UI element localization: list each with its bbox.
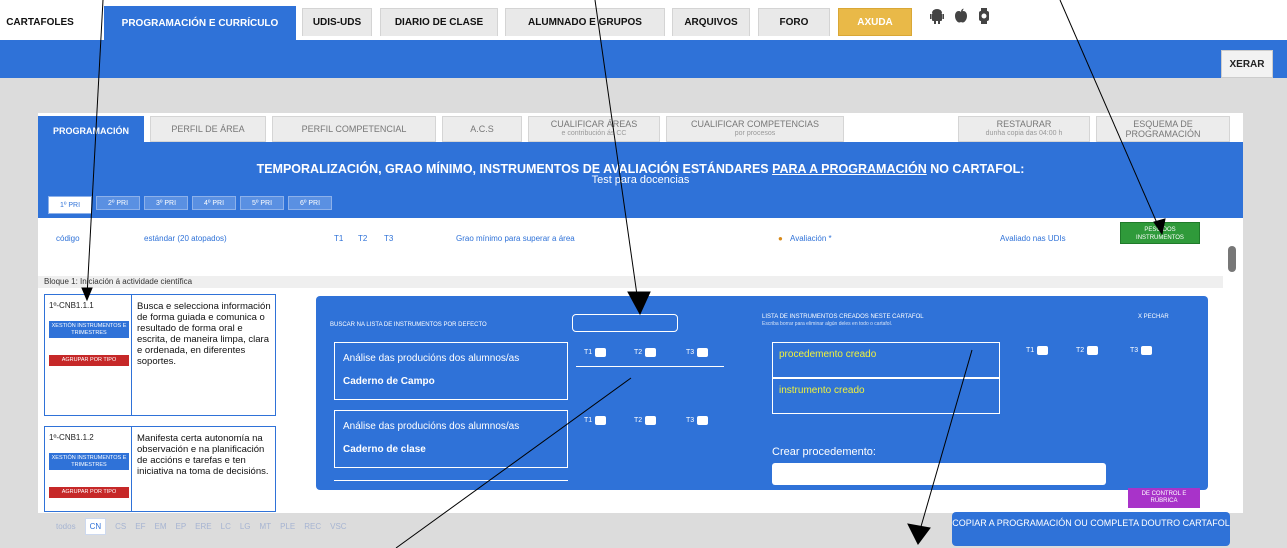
android-icon[interactable]: [930, 8, 944, 27]
standard-code: 1º-CNB1.1.1: [49, 301, 94, 310]
tab-programacion-curriculo[interactable]: PROGRAMACIÓN E CURRÍCULO: [104, 6, 296, 40]
row-divider: [131, 295, 132, 415]
grade-tabs: 1º PRI 2º PRI 3º PRI 4º PRI 5º PRI 6º PR…: [48, 196, 332, 214]
col-codigo[interactable]: código: [56, 234, 80, 243]
t2-checkbox[interactable]: T2: [1076, 346, 1099, 355]
created-list-title: LISTA DE INSTRUMENTOS CREADOS NESTE CART…: [762, 314, 924, 320]
col-t1[interactable]: T1: [334, 234, 343, 243]
divider: [576, 366, 724, 367]
subject-mt[interactable]: MT: [260, 522, 272, 531]
column-headers: código estándar (20 atopados) T1 T2 T3 G…: [38, 226, 1243, 248]
divider: [334, 480, 568, 481]
subject-ple[interactable]: PLE: [280, 522, 295, 531]
col-grao-minimo[interactable]: Grao mínimo para superar a área: [456, 234, 575, 243]
instrument-title: Análise das producións dos alumnos/as: [343, 353, 520, 364]
standard-description: Busca e selecciona información de forma …: [137, 301, 271, 367]
subtab-esquema[interactable]: ESQUEMA DE PROGRAMACIÓN: [1096, 116, 1230, 142]
col-t2[interactable]: T2: [358, 234, 367, 243]
subtab-cualificar-areas[interactable]: CUALIFICAR ÁREAS e contribución ás CC: [528, 116, 660, 142]
warning-icon: ●: [778, 234, 783, 243]
instrument-item[interactable]: Análise das producións dos alumnos/as Ca…: [334, 342, 568, 400]
agrupar-tipo-button[interactable]: AGRUPAR POR TIPO: [49, 487, 129, 498]
search-label: BUSCAR NA LISTA DE INSTRUMENTOS POR DEFE…: [330, 322, 487, 328]
tab-axuda[interactable]: AXUDA: [838, 8, 912, 36]
table-row: 1º-CNB1.1.2 XESTIÓN INSTRUMENTOS E TRIME…: [44, 426, 276, 512]
standard-code: 1º-CNB1.1.2: [49, 433, 94, 442]
instrument-type: Caderno de clase: [343, 444, 426, 455]
xerar-button[interactable]: XERAR: [1221, 50, 1273, 78]
created-list-hint: Escriba borrar para eliminar algún deles…: [762, 321, 893, 327]
col-avaliacion[interactable]: Avaliación *: [790, 234, 832, 243]
col-t3[interactable]: T3: [384, 234, 393, 243]
device-icon[interactable]: [978, 7, 990, 27]
subject-filter: todos CN CS EF EM EP ERE LC LG MT PLE RE…: [56, 518, 347, 535]
tab-diario-clase[interactable]: DIARIO DE CLASE: [380, 8, 498, 36]
rubrica-button[interactable]: DE CONTROL E RÚBRICA: [1128, 488, 1200, 508]
new-procedure-label: Crear procedemento:: [772, 446, 876, 458]
subtab-perfil-competencial[interactable]: PERFIL COMPETENCIAL: [272, 116, 436, 142]
agrupar-tipo-button[interactable]: AGRUPAR POR TIPO: [49, 355, 129, 366]
top-navigation: CARTAFOLES PROGRAMACIÓN E CURRÍCULO UDIS…: [0, 0, 1287, 40]
t3-checkbox[interactable]: T3: [686, 348, 709, 357]
subtab-perfil-area[interactable]: PERFIL DE ÁREA: [150, 116, 266, 142]
instruments-modal: BUSCAR NA LISTA DE INSTRUMENTOS POR DEFE…: [316, 296, 1208, 490]
t1-checkbox[interactable]: T1: [584, 416, 607, 425]
platform-icons: [930, 6, 990, 28]
subject-ep[interactable]: EP: [176, 522, 187, 531]
standard-description: Manifesta certa autonomía na observación…: [137, 433, 269, 477]
grade-tab-5[interactable]: 5º PRI: [240, 196, 284, 210]
tab-cartafoles[interactable]: CARTAFOLES: [4, 8, 76, 36]
subtab-restaurar[interactable]: RESTAURAR dunha copia das 04:00 h: [958, 116, 1090, 142]
tab-udis-uds[interactable]: UDIS-UDS: [302, 8, 372, 36]
subject-ere[interactable]: ERE: [195, 522, 211, 531]
instrument-item[interactable]: Análise das producións dos alumnos/as Ca…: [334, 410, 568, 468]
created-item[interactable]: procedemento creado: [772, 342, 1000, 378]
row-divider: [131, 427, 132, 511]
t2-checkbox[interactable]: T2: [634, 416, 657, 425]
instrument-search-input[interactable]: [572, 314, 678, 332]
tab-foro[interactable]: FORO: [758, 8, 830, 36]
col-estandar[interactable]: estándar (20 atopados): [144, 234, 227, 243]
subject-lc[interactable]: LC: [221, 522, 231, 531]
subject-vsc[interactable]: VSC: [330, 522, 346, 531]
subject-rec[interactable]: REC: [304, 522, 321, 531]
subject-cn[interactable]: CN: [84, 518, 107, 535]
header-bar: [0, 40, 1287, 78]
t1-checkbox[interactable]: T1: [584, 348, 607, 357]
grade-tab-6[interactable]: 6º PRI: [288, 196, 332, 210]
subject-cs[interactable]: CS: [115, 522, 126, 531]
peso-instrumentos-button[interactable]: PESO DOS INSTRUMENTOS: [1120, 222, 1200, 244]
table-row: 1º-CNB1.1.1 XESTIÓN INSTRUMENTOS E TRIME…: [44, 294, 276, 416]
xestion-instrumentos-button[interactable]: XESTIÓN INSTRUMENTOS E TRIMESTRES: [49, 453, 129, 470]
subject-lg[interactable]: LG: [240, 522, 251, 531]
t3-checkbox[interactable]: T3: [1130, 346, 1153, 355]
instrument-type: Caderno de Campo: [343, 376, 435, 387]
grade-tab-1[interactable]: 1º PRI: [48, 196, 92, 214]
scrollbar-thumb[interactable]: [1228, 246, 1236, 272]
subject-todos[interactable]: todos: [56, 522, 76, 531]
grade-tab-3[interactable]: 3º PRI: [144, 196, 188, 210]
apple-icon[interactable]: [954, 8, 968, 27]
subject-em[interactable]: EM: [155, 522, 167, 531]
xestion-instrumentos-button[interactable]: XESTIÓN INSTRUMENTOS E TRIMESTRES: [49, 321, 129, 338]
grade-tab-4[interactable]: 4º PRI: [192, 196, 236, 210]
new-procedure-input[interactable]: [772, 463, 1106, 485]
instrument-title: Análise das producións dos alumnos/as: [343, 421, 520, 432]
subject-ef[interactable]: EF: [135, 522, 145, 531]
col-avaliado-udis[interactable]: Avaliado nas UDIs: [1000, 234, 1066, 243]
t1-checkbox[interactable]: T1: [1026, 346, 1049, 355]
t2-checkbox[interactable]: T2: [634, 348, 657, 357]
created-item[interactable]: instrumento creado: [772, 378, 1000, 414]
page-subtitle: Test para docencias: [591, 174, 690, 186]
copy-programacion-button[interactable]: COPIAR A PROGRAMACIÓN OU COMPLETA DOUTRO…: [952, 512, 1230, 546]
bloque-heading: Bloque 1: Iniciación á actividade cientí…: [38, 276, 1223, 288]
tab-alumnado-grupos[interactable]: ALUMNADO E GRUPOS: [505, 8, 665, 36]
subtab-acs[interactable]: A.C.S: [442, 116, 522, 142]
t3-checkbox[interactable]: T3: [686, 416, 709, 425]
tab-arquivos[interactable]: ARQUIVOS: [672, 8, 750, 36]
subtab-cualificar-competencias[interactable]: CUALIFICAR COMPETENCIAS por procesos: [666, 116, 844, 142]
close-button[interactable]: X PECHAR: [1138, 314, 1169, 320]
grade-tab-2[interactable]: 2º PRI: [96, 196, 140, 210]
